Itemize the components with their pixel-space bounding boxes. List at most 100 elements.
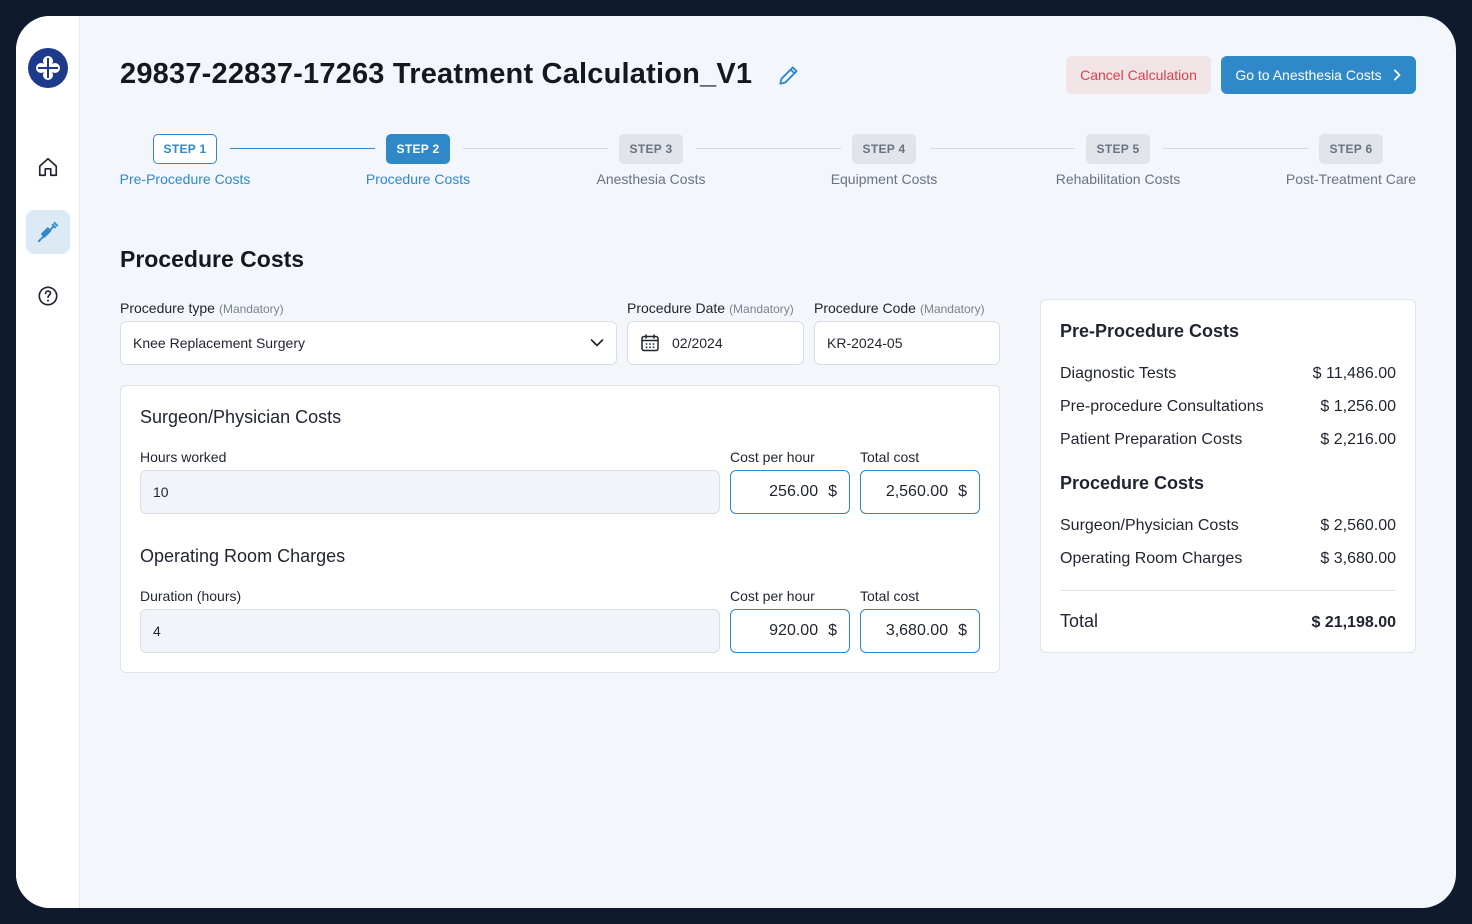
step-label: Anesthesia Costs <box>596 171 706 187</box>
summary-row: Operating Room Charges $ 3,680.00 <box>1060 550 1396 568</box>
procedure-type-label: Procedure type (Mandatory) <box>120 300 284 316</box>
app-logo[interactable] <box>28 48 68 88</box>
pencil-icon <box>779 66 798 85</box>
surgeon-total-cost-value: 2,560.00 <box>885 483 949 500</box>
or-total-cost-input[interactable]: 3,680.00 $ <box>860 609 980 653</box>
main-content: 29837-22837-17263 Treatment Calculation_… <box>80 16 1456 908</box>
mandatory-hint: (Mandatory) <box>729 302 794 316</box>
chevron-down-icon <box>590 339 604 347</box>
procedure-code-input[interactable]: KR-2024-05 <box>814 321 1000 365</box>
step-6[interactable]: STEP 6 Post-Treatment Care <box>1271 134 1431 187</box>
procedure-code-label: Procedure Code (Mandatory) <box>814 300 985 316</box>
syringe-icon <box>37 221 59 243</box>
app-screen: 29837-22837-17263 Treatment Calculation_… <box>16 16 1456 908</box>
procedure-costs-card: Surgeon/Physician Costs Hours worked Cos… <box>120 385 1000 673</box>
step-label: Equipment Costs <box>830 171 938 187</box>
stepper: STEP 1 Pre-Procedure Costs STEP 2 Proced… <box>120 134 1416 194</box>
help-icon <box>38 286 58 306</box>
step-4[interactable]: STEP 4 Equipment Costs <box>804 134 964 187</box>
step-5[interactable]: STEP 5 Rehabilitation Costs <box>1038 134 1198 187</box>
procedure-date-value: 02/2024 <box>672 335 723 351</box>
procedure-code-label-text: Procedure Code <box>814 300 916 316</box>
sidebar-item-home[interactable] <box>26 145 70 189</box>
sidebar-item-procedures[interactable] <box>26 210 70 254</box>
summary-row-value: $ 11,486.00 <box>1312 365 1396 382</box>
operating-room-title: Operating Room Charges <box>140 546 346 566</box>
step-chip: STEP 5 <box>1085 134 1151 164</box>
page-title: 29837-22837-17263 Treatment Calculation_… <box>120 58 753 90</box>
step-label: Procedure Costs <box>365 171 471 187</box>
procedure-type-label-text: Procedure type <box>120 300 215 316</box>
summary-row: Pre-procedure Consultations $ 1,256.00 <box>1060 398 1396 416</box>
go-to-anesthesia-label: Go to Anesthesia Costs <box>1235 67 1382 83</box>
procedure-code-value: KR-2024-05 <box>827 335 903 351</box>
step-label: Rehabilitation Costs <box>1055 171 1181 187</box>
calendar-icon <box>641 334 659 352</box>
surgeon-cost-per-hour-value: 256.00 <box>769 483 819 500</box>
or-cost-per-hour-value: 920.00 <box>769 622 819 639</box>
mandatory-hint: (Mandatory) <box>218 302 284 316</box>
procedure-date-label: Procedure Date (Mandatory) <box>627 300 794 316</box>
currency-symbol: $ <box>828 622 837 639</box>
home-icon <box>38 157 58 177</box>
step-3[interactable]: STEP 3 Anesthesia Costs <box>571 134 731 187</box>
summary-row-label: Diagnostic Tests <box>1060 365 1177 382</box>
procedure-date-label-text: Procedure Date <box>627 300 726 316</box>
summary-row-label: Operating Room Charges <box>1060 550 1243 567</box>
go-to-anesthesia-button[interactable]: Go to Anesthesia Costs <box>1221 56 1416 94</box>
step-label: Post-Treatment Care <box>1285 171 1417 187</box>
sidebar-item-help[interactable] <box>26 274 70 318</box>
step-chip: STEP 1 <box>152 134 218 164</box>
hours-worked-value: 10 <box>153 484 169 500</box>
medical-cross-icon <box>36 56 60 80</box>
surgeon-cost-per-hour-input[interactable]: 256.00 $ <box>730 470 850 514</box>
summary-row-value: $ 3,680.00 <box>1320 550 1396 567</box>
or-total-cost-label: Total cost <box>860 588 920 604</box>
surgeon-cost-per-hour-label: Cost per hour <box>730 449 815 465</box>
summary-row: Surgeon/Physician Costs $ 2,560.00 <box>1060 517 1396 535</box>
summary-row-label: Patient Preparation Costs <box>1060 431 1243 448</box>
section-title: Procedure Costs <box>120 246 305 272</box>
step-chip: STEP 2 <box>385 134 451 164</box>
surgeon-costs-title: Surgeon/Physician Costs <box>140 407 342 427</box>
step-chip: STEP 4 <box>851 134 917 164</box>
currency-symbol: $ <box>828 483 837 500</box>
procedure-type-select[interactable]: Knee Replacement Surgery <box>120 321 617 365</box>
procedure-date-field[interactable]: 02/2024 <box>627 321 804 365</box>
duration-label: Duration (hours) <box>140 588 242 604</box>
currency-symbol: $ <box>958 622 967 639</box>
summary-proc-title: Procedure Costs <box>1060 473 1205 493</box>
mandatory-hint: (Mandatory) <box>919 302 985 316</box>
duration-value: 4 <box>153 623 161 639</box>
summary-row: Patient Preparation Costs $ 2,216.00 <box>1060 431 1396 449</box>
procedure-type-value: Knee Replacement Surgery <box>133 335 305 351</box>
duration-input[interactable]: 4 <box>140 609 720 653</box>
summary-row-label: Pre-procedure Consultations <box>1060 398 1264 415</box>
summary-total-value: $ 21,198.00 <box>1311 614 1396 631</box>
summary-row-label: Surgeon/Physician Costs <box>1060 517 1239 534</box>
summary-row-value: $ 2,560.00 <box>1320 517 1396 534</box>
step-2[interactable]: STEP 2 Procedure Costs <box>338 134 498 187</box>
summary-divider <box>1060 590 1396 591</box>
summary-total-row: Total $ 21,198.00 <box>1060 611 1396 632</box>
chevron-right-icon <box>1393 69 1401 81</box>
cost-summary-panel: Pre-Procedure Costs Diagnostic Tests $ 1… <box>1040 299 1416 653</box>
step-1[interactable]: STEP 1 Pre-Procedure Costs <box>105 134 265 187</box>
cancel-calculation-button[interactable]: Cancel Calculation <box>1066 56 1211 94</box>
surgeon-total-cost-input[interactable]: 2,560.00 $ <box>860 470 980 514</box>
currency-symbol: $ <box>958 483 967 500</box>
hours-worked-input[interactable]: 10 <box>140 470 720 514</box>
summary-row-value: $ 1,256.00 <box>1320 398 1396 415</box>
surgeon-total-cost-label: Total cost <box>860 449 920 465</box>
summary-row: Diagnostic Tests $ 11,486.00 <box>1060 365 1396 383</box>
or-cost-per-hour-label: Cost per hour <box>730 588 815 604</box>
device-frame: 29837-22837-17263 Treatment Calculation_… <box>0 0 1472 924</box>
or-cost-per-hour-input[interactable]: 920.00 $ <box>730 609 850 653</box>
summary-row-value: $ 2,216.00 <box>1320 431 1396 448</box>
step-chip: STEP 3 <box>618 134 684 164</box>
step-label: Pre-Procedure Costs <box>119 171 251 187</box>
or-total-cost-value: 3,680.00 <box>885 622 949 639</box>
sidebar <box>16 16 80 908</box>
summary-pre-title: Pre-Procedure Costs <box>1060 321 1240 341</box>
edit-title-button[interactable] <box>776 62 802 88</box>
